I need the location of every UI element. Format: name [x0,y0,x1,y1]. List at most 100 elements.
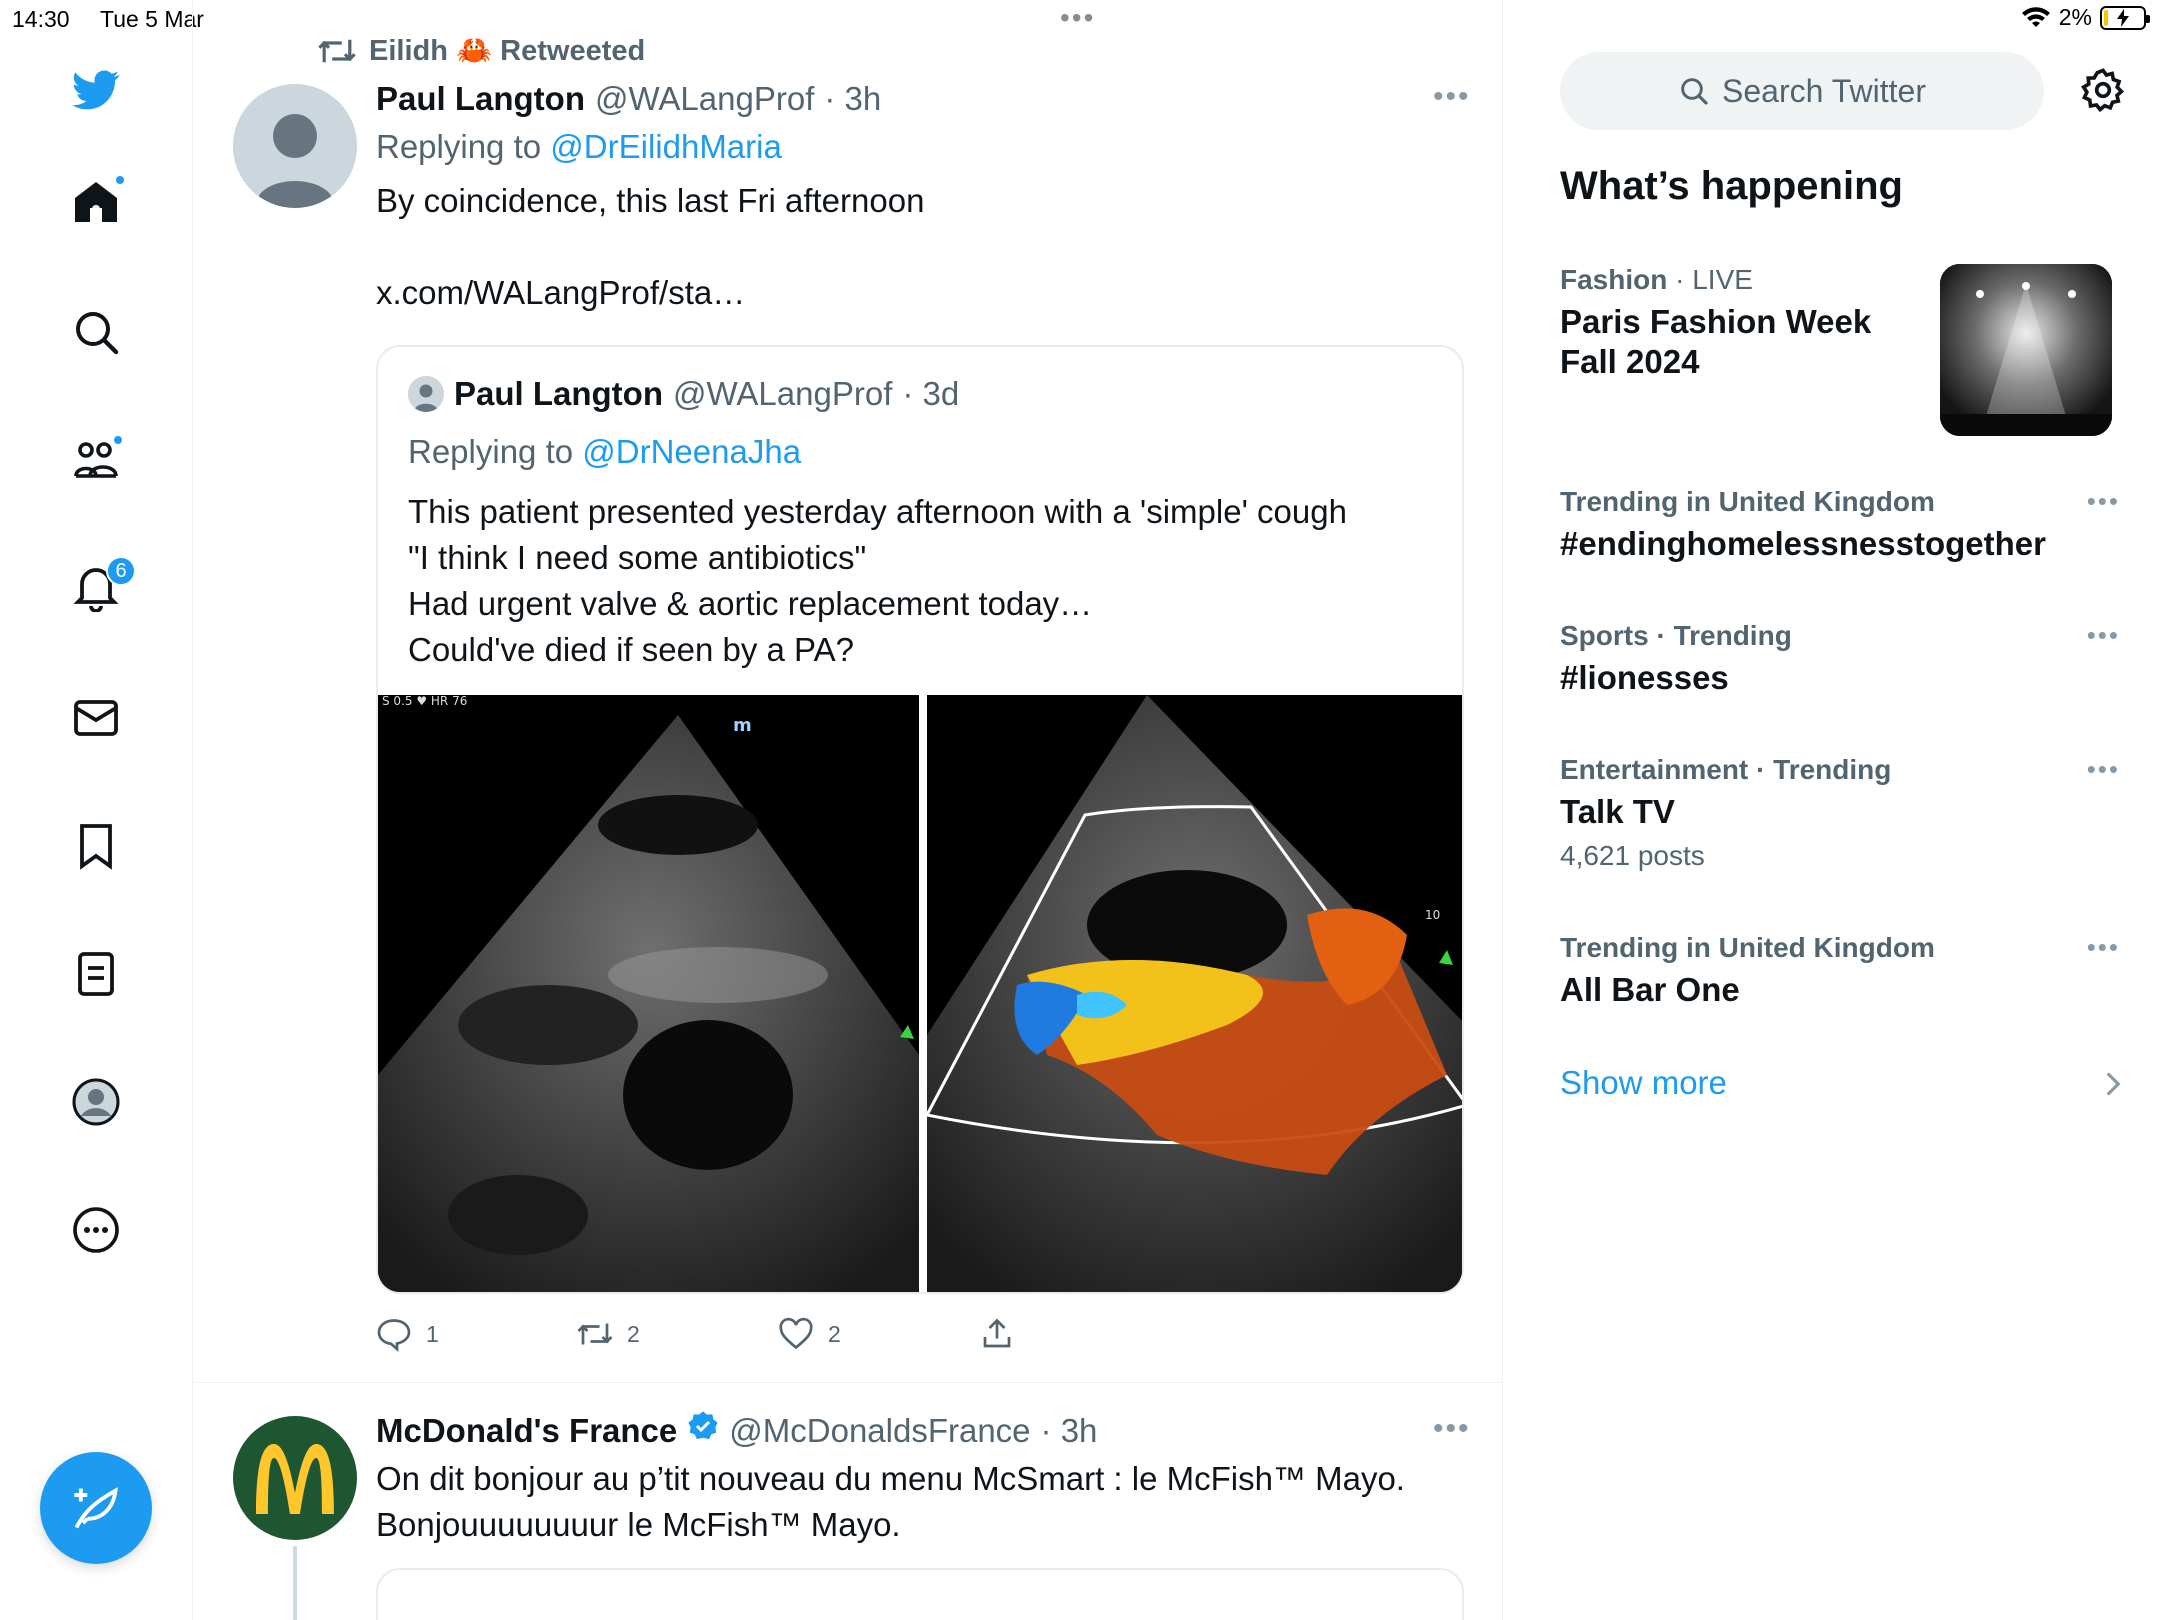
trend-thumbnail[interactable] [1940,264,2112,436]
trend-more-icon[interactable]: ••• [2087,486,2120,517]
search-input[interactable]: Search Twitter [1560,52,2044,130]
trend-title: #lionesses [1560,659,1729,696]
trend-context: · Trending [1756,754,1892,785]
tweet-text: By coincidence, this last Fri afternoon [376,182,925,219]
tweet-content[interactable]: Paul Langton @WALangProf · 3h Replying t… [376,80,1476,316]
nav-messages[interactable] [64,686,128,750]
avatar[interactable] [233,84,357,208]
trend-item[interactable]: Sports · Trending #lionesses ••• [1560,620,2120,698]
messages-icon [74,700,118,736]
trend-post-count: 4,621 posts [1560,840,1705,871]
nav-explore[interactable] [64,300,128,364]
more-icon [73,1207,119,1253]
nav-more[interactable] [64,1198,128,1262]
profile-icon [72,1078,120,1126]
home-unread-dot [114,174,126,186]
retweet-icon [318,39,356,63]
echo-image-right[interactable]: 10 [927,695,1462,1292]
tweet-text-line: On dit bonjour au p’tit nouveau du menu … [376,1460,1405,1497]
quoted-line: Had urgent valve & aortic replacement to… [408,585,1093,622]
retweet-context: Eilidh 🦀 Retweeted [317,34,645,68]
right-sidebar: Search Twitter What’s happening Fashion … [1503,0,2160,1620]
author-handle[interactable]: @McDonaldsFrance [729,1412,1030,1450]
trend-category: Trending in United Kingdom [1560,486,1935,517]
nav-notifications[interactable]: 6 [64,556,136,620]
quoted-tweet-header: Paul Langton @WALangProf · 3d [408,375,959,413]
gear-icon [2081,68,2125,113]
heart-icon [779,1317,813,1350]
quoted-tweet-time: · 3d [902,375,960,412]
trend-title: Talk TV [1560,793,1675,830]
trend-category: Sports [1560,620,1649,651]
search-icon [76,312,119,355]
tweet-header: Paul Langton @WALangProf · 3h [376,80,1476,118]
quoted-tweet[interactable]: Paul Langton @WALangProf · 3d Replying t… [376,345,1464,1294]
quoted-reply-mention: @DrNeenaJha [582,433,802,470]
trend-more-icon[interactable]: ••• [2087,620,2120,651]
tweet-more-icon[interactable]: ••• [1433,80,1471,114]
nav-bookmarks[interactable] [64,814,128,878]
echo-image-left[interactable]: S 0.5 ♥ HR 76 m [378,695,919,1292]
author-handle[interactable]: @WALangProf [595,80,814,118]
search-placeholder: Search Twitter [1722,72,1926,109]
reply-count: 1 [426,1320,439,1347]
like-button[interactable]: 2 [778,1316,979,1352]
trend-context: · LIVE [1675,264,1753,295]
tweet-more-icon[interactable]: ••• [1433,1412,1471,1446]
trend-more-icon[interactable]: ••• [2087,932,2120,963]
nav-lists[interactable] [64,942,128,1006]
thread-line [293,1546,297,1620]
svg-text:m: m [733,715,752,736]
mcdonalds-arches-logo [256,1444,334,1514]
quoted-author-name: Paul Langton [454,375,663,412]
lists-icon [78,952,114,996]
author-name[interactable]: McDonald's France [376,1412,677,1450]
nav-communities[interactable] [64,428,128,492]
trend-item[interactable]: Trending in United Kingdom All Bar One •… [1560,932,2120,1010]
tweet-time[interactable]: · 3h [1041,1412,1098,1450]
retweet-button[interactable]: 2 [577,1316,778,1352]
quoted-line: Could've died if seen by a PA? [408,631,854,668]
compose-tweet-button[interactable] [40,1452,152,1564]
tweet-time[interactable]: · 3h [824,80,881,118]
author-name[interactable]: Paul Langton [376,80,585,118]
notifications-badge: 6 [106,556,136,586]
whats-happening-title: What’s happening [1560,164,1903,208]
trend-item[interactable]: Entertainment · Trending Talk TV 4,621 p… [1560,754,2120,872]
tweet-link[interactable]: x.com/WALangProf/sta… [376,270,1476,316]
replying-to: Replying to @DrEilidhMaria [376,128,1476,166]
trend-category: Trending in United Kingdom [1560,932,1935,963]
tweet-text-line: Bonjouuuuuuuur le McFish™ Mayo. [376,1506,901,1543]
nav-profile[interactable] [64,1070,128,1134]
svg-text:10: 10 [1425,908,1440,922]
nav-home[interactable] [64,170,128,234]
trend-category: Entertainment [1560,754,1749,785]
tweet-media-card[interactable] [376,1568,1464,1620]
share-button[interactable] [979,1316,1180,1352]
compose-feather-icon [74,1487,118,1529]
timeline: Eilidh 🦀 Retweeted Paul Langton @WALangP… [193,0,1503,1620]
twitter-logo-icon[interactable] [64,58,128,122]
reply-button[interactable]: 1 [376,1316,577,1352]
reply-icon [377,1319,411,1352]
tweet-content[interactable]: McDonald's France @McDonaldsFrance · 3h … [376,1410,1476,1548]
settings-button[interactable] [2075,62,2131,118]
retweet-icon [577,1323,613,1345]
trend-item[interactable]: Trending in United Kingdom #endinghomele… [1560,486,2120,564]
bookmarks-icon [80,824,112,870]
mcdonalds-avatar[interactable] [233,1416,357,1540]
echo-overlay-text: S 0.5 ♥ HR 76 [382,695,467,708]
left-navigation: 6 [0,0,193,1620]
trend-title: #endinghomelessnesstogether [1560,525,2046,562]
quoted-author-handle: @WALangProf [673,375,893,412]
trend-more-icon[interactable]: ••• [2087,754,2120,785]
search-icon [1681,78,1708,105]
chevron-right-icon [2106,1072,2121,1096]
retweeted-by[interactable]: Eilidh 🦀 Retweeted [369,34,645,68]
quoted-replying-label: Replying to [408,433,574,470]
reply-mention-link[interactable]: @DrEilidhMaria [550,128,782,165]
quoted-avatar [408,376,444,412]
verified-badge-icon [688,1411,718,1440]
show-more-link[interactable]: Show more [1560,1064,1727,1102]
quoted-line: This patient presented yesterday afterno… [408,493,1347,530]
